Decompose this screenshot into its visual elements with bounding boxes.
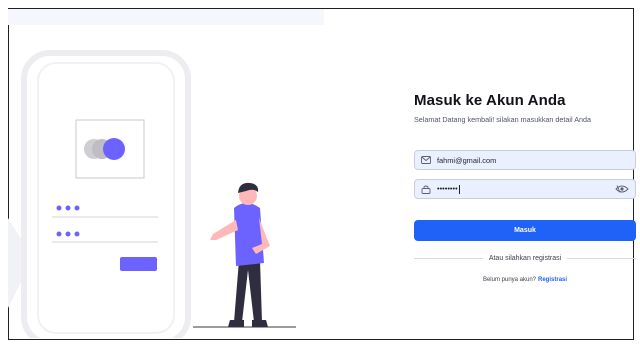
lock-icon bbox=[421, 184, 431, 194]
password-value: •••••••• bbox=[437, 184, 460, 194]
eye-icon[interactable] bbox=[615, 184, 629, 194]
register-prompt: Belum punya akun? Registrasi bbox=[482, 277, 568, 283]
submit-button[interactable]: Masuk bbox=[414, 220, 636, 241]
register-link[interactable]: Registrasi bbox=[538, 277, 567, 283]
mail-icon bbox=[421, 155, 431, 165]
divider-text: Atau silahkan registrasi bbox=[488, 254, 562, 262]
page-subtitle: Selamat Datang kembali! silakan masukkan… bbox=[414, 115, 591, 124]
email-field[interactable]: fahmi@gmail.com bbox=[414, 150, 636, 170]
page-title: Masuk ke Akun Anda bbox=[414, 92, 566, 109]
divider: Atau silahkan registrasi bbox=[414, 253, 636, 263]
login-form: Masuk ke Akun Anda Selamat Datang kembal… bbox=[414, 92, 636, 125]
password-field[interactable]: •••••••• bbox=[414, 179, 636, 199]
login-illustration bbox=[8, 50, 296, 338]
email-value: fahmi@gmail.com bbox=[437, 155, 497, 165]
